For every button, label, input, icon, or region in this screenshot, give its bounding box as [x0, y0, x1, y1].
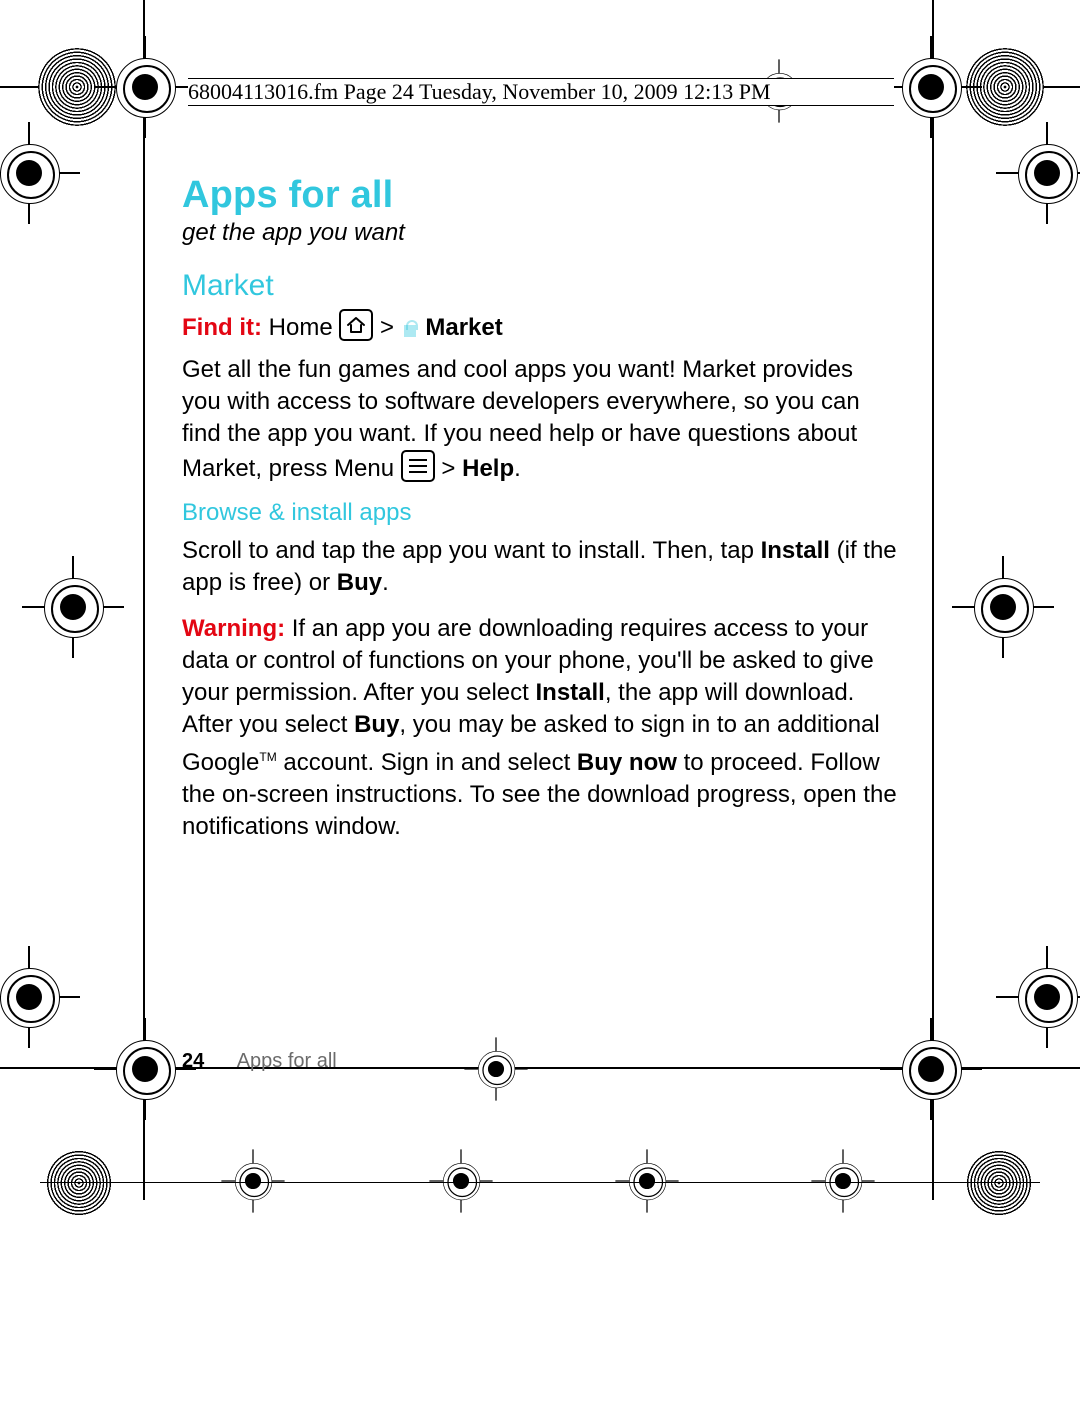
- intro-sep: >: [435, 455, 462, 482]
- footer-page-number: 24: [182, 1050, 204, 1072]
- page-subtitle: get the app you want: [182, 219, 898, 247]
- section-heading-browse: Browse & install apps: [182, 499, 898, 527]
- warning-paragraph: Warning: If an app you are downloading r…: [182, 613, 898, 843]
- scroll-text-3: .: [382, 569, 389, 596]
- scroll-paragraph: Scroll to and tap the app you want to in…: [182, 535, 898, 599]
- find-it-market: Market: [425, 314, 502, 341]
- home-key-icon: [339, 309, 373, 341]
- footer-section-name: Apps for all: [237, 1050, 337, 1072]
- section-heading-market: Market: [182, 269, 898, 303]
- intro-period: .: [514, 455, 521, 482]
- warn-tm: TM: [259, 750, 276, 764]
- warning-label: Warning:: [182, 615, 285, 642]
- find-it-home: Home: [269, 314, 333, 341]
- scroll-buy: Buy: [337, 569, 382, 596]
- warn-install: Install: [535, 679, 604, 706]
- market-icon: [401, 319, 419, 337]
- find-it-line: Find it: Home > Market: [182, 309, 898, 344]
- find-it-label: Find it:: [182, 314, 262, 341]
- find-it-sep: >: [380, 314, 394, 341]
- page-title: Apps for all: [182, 174, 898, 217]
- scroll-install: Install: [761, 537, 830, 564]
- page-slug: 68004113016.fm Page 24 Tuesday, November…: [188, 78, 894, 106]
- warn-buy: Buy: [354, 711, 399, 738]
- menu-key-icon: [401, 450, 435, 482]
- warn-buy-now: Buy now: [577, 749, 677, 776]
- scroll-text-1: Scroll to and tap the app you want to in…: [182, 537, 761, 564]
- intro-paragraph: Get all the fun games and cool apps you …: [182, 354, 898, 485]
- intro-text-1: Get all the fun games and cool apps you …: [182, 356, 860, 482]
- page-content: Apps for all get the app you want Market…: [182, 174, 898, 857]
- intro-help: Help: [462, 455, 514, 482]
- warn-text-4: account. Sign in and select: [277, 749, 577, 776]
- page-footer: 24 Apps for all: [182, 1050, 337, 1073]
